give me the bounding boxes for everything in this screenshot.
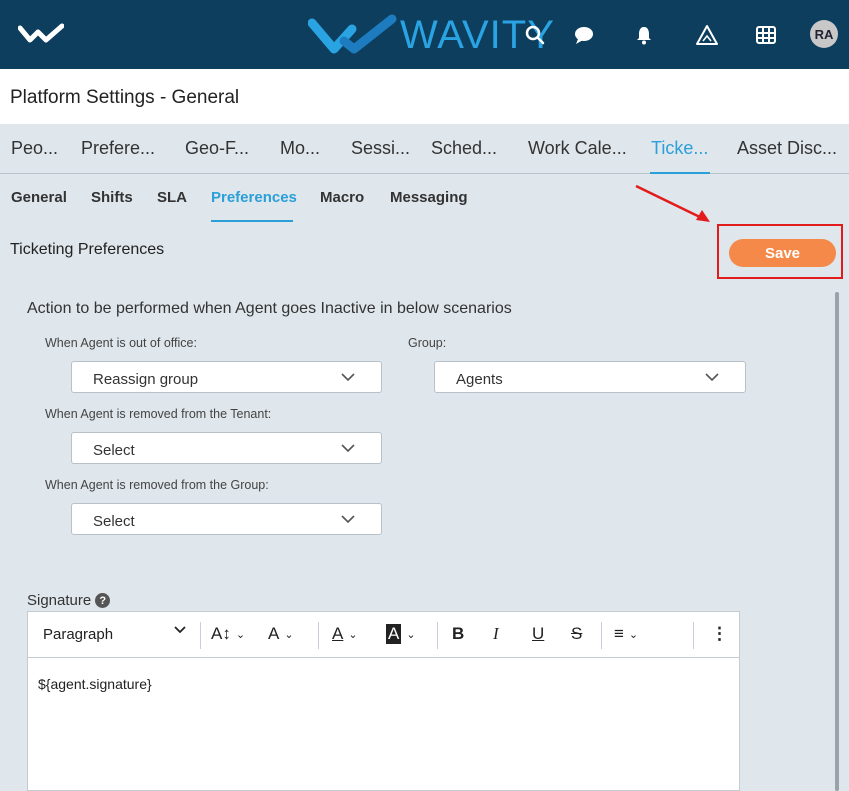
subtab-preferences[interactable]: Preferences <box>211 189 297 206</box>
save-highlight-box: Save <box>717 224 843 279</box>
out-of-office-select[interactable]: Reassign group <box>71 361 382 393</box>
removed-tenant-select[interactable]: Select <box>71 432 382 464</box>
signature-label: Signature ? <box>27 592 111 609</box>
search-icon[interactable] <box>522 22 548 48</box>
tab-asset-discovery[interactable]: Asset Disc... <box>737 138 837 159</box>
font-size-icon: A↕ <box>211 624 231 643</box>
chevron-down-icon: ⌄ <box>406 628 416 641</box>
font-color-button[interactable]: A ⌄ <box>332 624 358 644</box>
title-bar: Platform Settings - General <box>0 69 849 124</box>
tab-geo-fencing[interactable]: Geo-F... <box>185 138 249 159</box>
font-size-button[interactable]: A↕ ⌄ <box>211 624 245 644</box>
chevron-down-icon: ⌄ <box>348 628 358 641</box>
paragraph-select-label: Paragraph <box>43 626 114 643</box>
save-button[interactable]: Save <box>729 239 836 267</box>
subtab-macro[interactable]: Macro <box>320 189 364 206</box>
font-color-icon: A <box>332 624 344 643</box>
subtab-general[interactable]: General <box>11 189 67 206</box>
sub-tabs: General Shifts SLA Preferences Macro Mes… <box>0 176 849 222</box>
chevron-down-icon <box>705 373 719 382</box>
group-select[interactable]: Agents <box>434 361 746 393</box>
brand-logo: WAVITY <box>308 8 555 62</box>
align-button[interactable]: ≡ ⌄ <box>614 624 638 644</box>
tab-schedule[interactable]: Sched... <box>431 138 497 159</box>
main-tabs: Peo... Prefere... Geo-F... Mo... Sessi..… <box>0 124 849 174</box>
subtab-messaging[interactable]: Messaging <box>390 189 468 206</box>
tab-preferences[interactable]: Prefere... <box>81 138 155 159</box>
alert-triangle-icon[interactable] <box>694 22 720 48</box>
tab-mobile[interactable]: Mo... <box>280 138 320 159</box>
removed-tenant-label: When Agent is removed from the Tenant: <box>45 407 272 421</box>
bold-button[interactable]: B <box>452 624 464 644</box>
removed-group-select[interactable]: Select <box>71 503 382 535</box>
section-title: Ticketing Preferences <box>10 241 165 258</box>
background-color-button[interactable]: A ⌄ <box>386 624 416 644</box>
active-tab-indicator <box>650 172 710 174</box>
help-icon[interactable]: ? <box>95 593 111 608</box>
italic-button[interactable]: I <box>493 624 499 644</box>
group-value: Agents <box>456 371 503 388</box>
removed-group-value: Select <box>93 513 135 530</box>
strikethrough-button[interactable]: S <box>571 624 582 644</box>
annotation-arrow <box>635 184 710 222</box>
chevron-down-icon <box>341 373 355 382</box>
signature-content[interactable]: ${agent.signature} <box>38 676 152 692</box>
chevron-down-icon: ⌄ <box>235 628 246 641</box>
brand-mark-icon <box>308 14 397 54</box>
removed-group-label: When Agent is removed from the Group: <box>45 478 269 492</box>
page-title: Platform Settings - General <box>10 87 240 108</box>
tab-work-calendar[interactable]: Work Cale... <box>528 138 627 159</box>
subtab-shifts[interactable]: Shifts <box>91 189 133 206</box>
group-label: Group: <box>408 336 447 350</box>
toolbar-separator <box>693 622 694 649</box>
scrollbar[interactable] <box>835 292 839 791</box>
toolbar-separator <box>601 622 602 649</box>
avatar[interactable]: RA <box>810 20 838 48</box>
signature-label-text: Signature <box>27 592 92 609</box>
toolbar-separator <box>437 622 438 649</box>
subtab-sla[interactable]: SLA <box>157 189 187 206</box>
paragraph-select[interactable]: Paragraph <box>43 626 113 643</box>
background-color-icon: A <box>386 624 402 644</box>
tab-people[interactable]: Peo... <box>11 138 58 159</box>
chevron-down-icon: ⌄ <box>628 628 639 641</box>
font-family-button[interactable]: A ⌄ <box>268 624 294 644</box>
grid-icon[interactable] <box>753 22 779 48</box>
top-bar: WAVITY RA <box>0 0 849 69</box>
font-family-icon: A <box>268 624 280 643</box>
toolbar-separator <box>318 622 319 649</box>
signature-editor[interactable]: Paragraph A↕ ⌄ A ⌄ A ⌄ A ⌄ B I U S ≡ ⌄ ⋮ ${ag… <box>27 611 740 791</box>
wavity-small-logo[interactable] <box>18 22 64 46</box>
underline-button[interactable]: U <box>532 624 544 644</box>
out-of-office-label: When Agent is out of office: <box>45 336 197 350</box>
more-options-button[interactable]: ⋮ <box>711 624 728 644</box>
chevron-down-icon: ⌄ <box>284 628 294 641</box>
tab-ticketing[interactable]: Ticke... <box>651 138 708 159</box>
chat-icon[interactable] <box>571 22 597 48</box>
toolbar-separator <box>200 622 201 649</box>
chevron-down-icon <box>341 444 355 453</box>
editor-toolbar: Paragraph A↕ ⌄ A ⌄ A ⌄ A ⌄ B I U S ≡ ⌄ ⋮ <box>28 612 739 658</box>
out-of-office-value: Reassign group <box>93 371 199 388</box>
align-icon: ≡ <box>614 624 624 643</box>
bell-icon[interactable] <box>631 22 657 48</box>
chevron-down-icon <box>341 515 355 524</box>
paragraph-chevron-icon[interactable] <box>174 626 186 634</box>
active-subtab-indicator <box>211 220 293 222</box>
removed-tenant-value: Select <box>93 442 135 459</box>
scenario-heading: Action to be performed when Agent goes I… <box>27 300 512 317</box>
tab-session[interactable]: Sessi... <box>351 138 410 159</box>
